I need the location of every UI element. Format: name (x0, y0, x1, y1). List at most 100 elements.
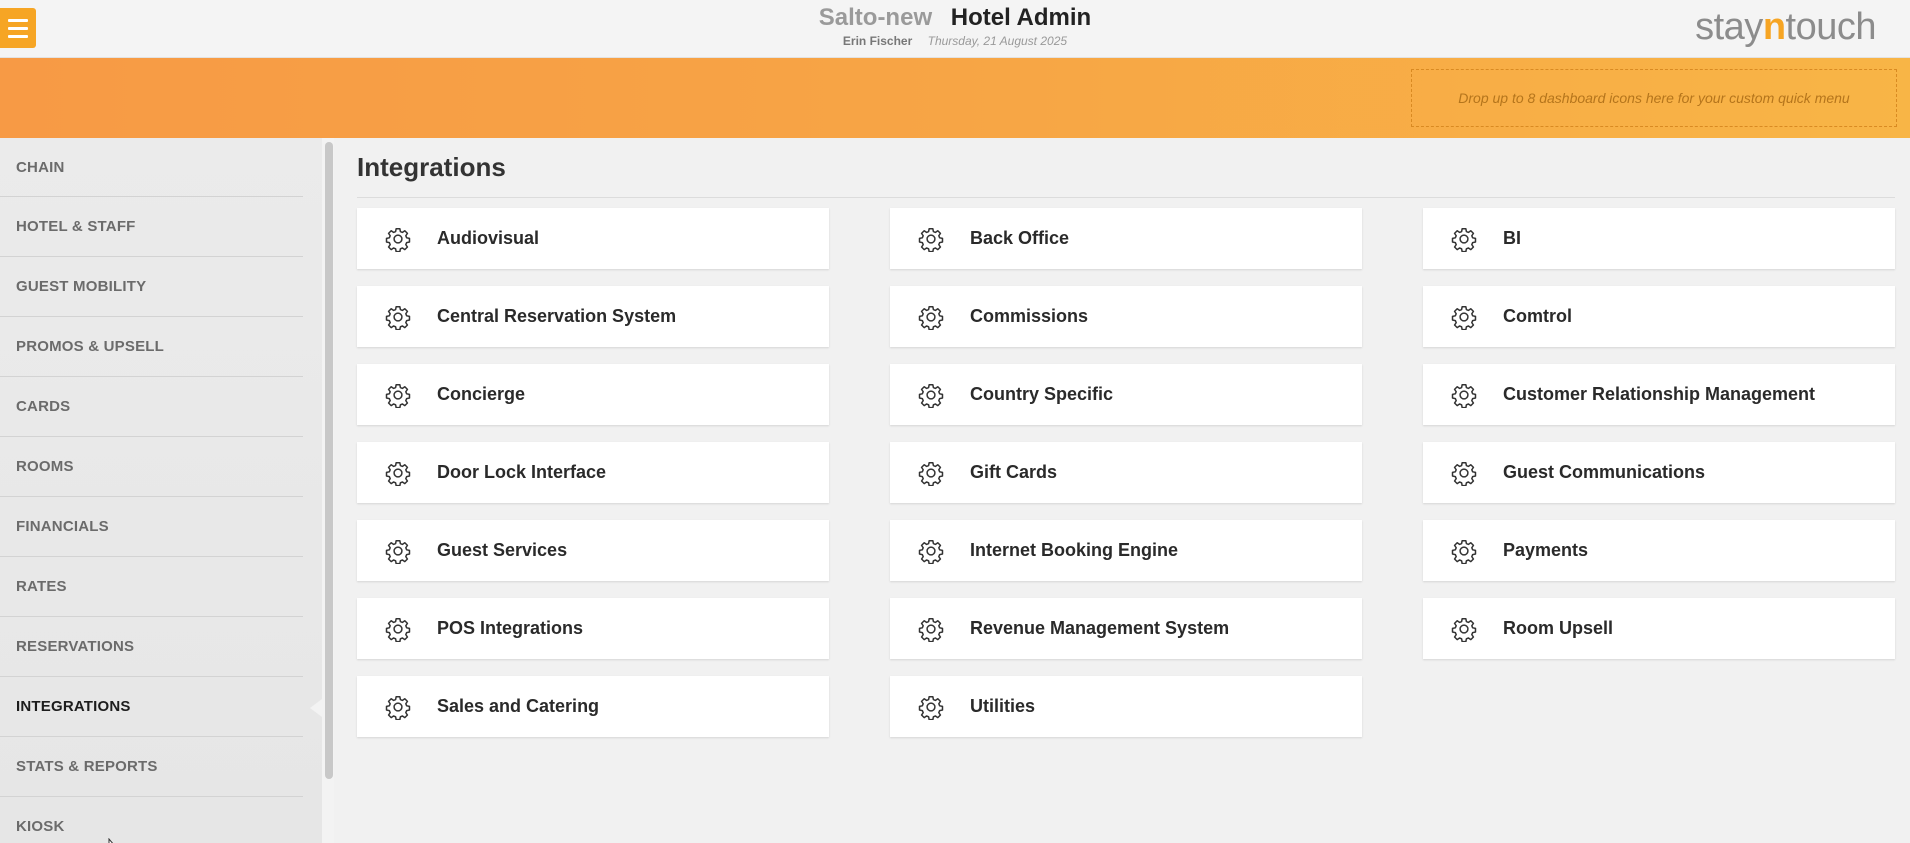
sidebar-item-cards[interactable]: CARDS (0, 377, 303, 437)
gear-icon (918, 227, 944, 252)
integration-tile-label: Room Upsell (1503, 618, 1614, 638)
sidebar-item-label: ROOMS (16, 458, 74, 475)
sidebar-item-label: RATES (16, 578, 67, 595)
sidebar-item-guest-mobility[interactable]: GUEST MOBILITY (0, 257, 303, 317)
integration-tile-label: Sales and Catering (437, 696, 600, 716)
integration-tile-gift-cards[interactable]: Gift Cards (890, 442, 1362, 503)
sidebar-item-label: STATS & REPORTS (16, 758, 158, 775)
brand-suffix: touch (1785, 6, 1877, 48)
gear-icon (1451, 461, 1477, 486)
integration-tile-sales-and-catering[interactable]: Sales and Catering (357, 676, 829, 737)
sidebar-item-label: RESERVATIONS (16, 638, 135, 655)
gear-icon (385, 461, 411, 486)
sidebar-item-label: KIOSK (16, 818, 65, 835)
integration-tile-label: Back Office (970, 228, 1070, 248)
gear-icon (1451, 539, 1477, 564)
sidebar: CHAIN HOTEL & STAFF GUEST MOBILITY PROMO… (0, 138, 322, 843)
integration-tile-internet-booking-engine[interactable]: Internet Booking Engine (890, 520, 1362, 581)
hotel-name: Salto-new (818, 4, 933, 31)
integration-tile-label: Concierge (437, 384, 526, 404)
gear-icon (1451, 383, 1477, 408)
integration-tile-back-office[interactable]: Back Office (890, 208, 1362, 269)
integration-tile-label: Utilities (970, 696, 1036, 716)
sidebar-list: CHAIN HOTEL & STAFF GUEST MOBILITY PROMO… (0, 138, 322, 843)
gear-icon (385, 539, 411, 564)
integration-tile-comtrol[interactable]: Comtrol (1423, 286, 1895, 347)
gear-icon (385, 383, 411, 408)
integration-tile-payments[interactable]: Payments (1423, 520, 1895, 581)
integration-tile-room-upsell[interactable]: Room Upsell (1423, 598, 1895, 659)
sidebar-item-label: CARDS (16, 398, 71, 415)
integration-tile-audiovisual[interactable]: Audiovisual (357, 208, 829, 269)
sidebar-item-rooms[interactable]: ROOMS (0, 437, 303, 497)
integration-tile-commissions[interactable]: Commissions (890, 286, 1362, 347)
integration-tile-door-lock-interface[interactable]: Door Lock Interface (357, 442, 829, 503)
integration-tile-concierge[interactable]: Concierge (357, 364, 829, 425)
main-content: Integrations Audiovisual Back Office BI … (334, 138, 1910, 843)
gear-icon (918, 539, 944, 564)
integration-tile-label: POS Integrations (437, 618, 584, 638)
user-name: Erin Fischer (842, 34, 913, 48)
app-title: Hotel Admin (950, 4, 1092, 31)
gear-icon (385, 617, 411, 642)
gear-icon (918, 695, 944, 720)
gear-icon (918, 617, 944, 642)
integration-tile-label: Guest Communications (1503, 462, 1706, 482)
integration-tile-label: Audiovisual (437, 228, 540, 248)
sidebar-item-chain[interactable]: CHAIN (0, 138, 303, 197)
integration-tile-central-reservation-system[interactable]: Central Reservation System (357, 286, 829, 347)
integration-tile-bi[interactable]: BI (1423, 208, 1895, 269)
integration-tile-revenue-management-system[interactable]: Revenue Management System (890, 598, 1362, 659)
integration-tile-label: Revenue Management System (970, 618, 1230, 638)
header-center: Salto-new Hotel Admin Erin Fischer Thurs… (0, 4, 1910, 49)
header-title-row: Salto-new Hotel Admin (0, 4, 1910, 32)
sidebar-item-promos-and-upsell[interactable]: PROMOS & UPSELL (0, 317, 303, 377)
gear-icon (385, 695, 411, 720)
integration-tile-label: BI (1503, 228, 1521, 248)
top-header: Salto-new Hotel Admin Erin Fischer Thurs… (0, 0, 1910, 58)
integration-tile-label: Customer Relationship Management (1503, 384, 1816, 404)
integration-tile-pos-integrations[interactable]: POS Integrations (357, 598, 829, 659)
mouse-cursor-icon (108, 838, 114, 843)
sidebar-scrollbar[interactable] (325, 142, 333, 779)
sidebar-item-integrations[interactable]: INTEGRATIONS (0, 677, 322, 737)
sidebar-item-kiosk[interactable]: KIOSK (0, 797, 303, 843)
sidebar-item-stats-and-reports[interactable]: STATS & REPORTS (0, 737, 303, 797)
integration-tile-utilities[interactable]: Utilities (890, 676, 1362, 737)
integration-tile-label: Door Lock Interface (437, 462, 607, 482)
sidebar-item-label: FINANCIALS (16, 518, 109, 535)
gear-icon (918, 461, 944, 486)
integration-tile-label: Payments (1503, 540, 1589, 560)
brand-prefix: stay (1695, 6, 1763, 48)
sidebar-item-label: INTEGRATIONS (16, 698, 131, 715)
page-title: Integrations (357, 152, 506, 182)
current-date: Thursday, 21 August 2025 (927, 34, 1068, 48)
sidebar-item-rates[interactable]: RATES (0, 557, 303, 617)
gear-icon (1451, 617, 1477, 642)
integration-tile-guest-communications[interactable]: Guest Communications (1423, 442, 1895, 503)
integration-tile-customer-relationship-management[interactable]: Customer Relationship Management (1423, 364, 1895, 425)
sidebar-item-label: PROMOS & UPSELL (16, 338, 165, 355)
sidebar-item-financials[interactable]: FINANCIALS (0, 497, 303, 557)
integrations-grid: Audiovisual Back Office BI Central Reser… (357, 208, 1895, 737)
integration-tile-guest-services[interactable]: Guest Services (357, 520, 829, 581)
integration-tile-label: Guest Services (437, 540, 568, 560)
quick-menu-band: Drop up to 8 dashboard icons here for yo… (0, 58, 1910, 138)
gear-icon (918, 305, 944, 330)
header-sub-row: Erin Fischer Thursday, 21 August 2025 (0, 33, 1910, 49)
integration-tile-label: Gift Cards (970, 462, 1058, 482)
integration-tile-label: Internet Booking Engine (970, 540, 1179, 560)
integration-tile-country-specific[interactable]: Country Specific (890, 364, 1362, 425)
integration-tile-label: Country Specific (970, 384, 1114, 404)
integration-tile-label: Central Reservation System (437, 306, 677, 326)
sidebar-item-label: HOTEL & STAFF (16, 218, 136, 235)
quick-menu-dropzone[interactable]: Drop up to 8 dashboard icons here for yo… (1411, 69, 1897, 127)
gear-icon (918, 383, 944, 408)
sidebar-item-label: GUEST MOBILITY (16, 278, 147, 295)
gear-icon (1451, 227, 1477, 252)
integration-tile-label: Commissions (970, 306, 1089, 326)
sidebar-item-hotel-and-staff[interactable]: HOTEL & STAFF (0, 197, 303, 257)
sidebar-item-label: CHAIN (16, 158, 65, 176)
gear-icon (385, 227, 411, 252)
sidebar-item-reservations[interactable]: RESERVATIONS (0, 617, 303, 677)
